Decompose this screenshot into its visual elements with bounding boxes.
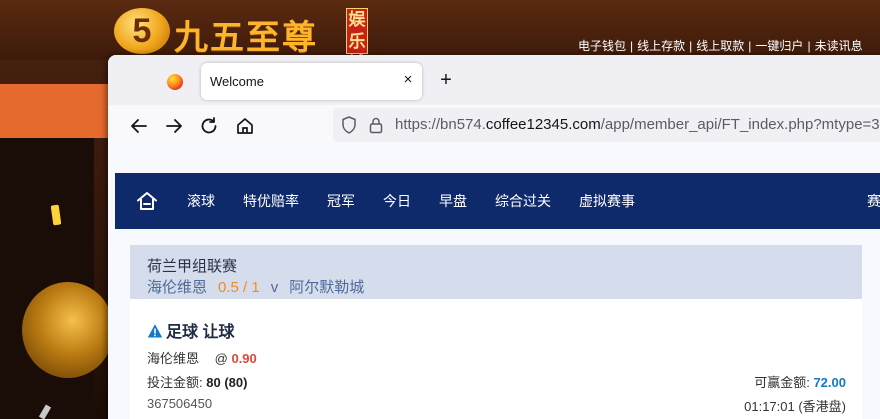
link-deposit[interactable]: 线上存款 xyxy=(637,37,685,54)
stake-row: 投注金额: 80 (80) xyxy=(147,372,247,391)
versus-label: v xyxy=(270,279,279,296)
new-tab-button[interactable]: + xyxy=(435,69,457,91)
logo-number: 5 xyxy=(132,11,152,50)
site-logo-badge: 娱乐城 xyxy=(346,8,368,73)
browser-window: Welcome × + https://bn574.coffee12345.co… xyxy=(108,55,880,419)
close-tab-icon[interactable]: × xyxy=(399,71,417,89)
at-symbol: @ xyxy=(214,351,228,366)
link-separator: | xyxy=(630,39,634,53)
background-dark-strip xyxy=(0,138,94,419)
win-value: 72.00 xyxy=(813,375,846,390)
bet-type-label: 足球 让球 xyxy=(166,324,235,341)
nav-item-today[interactable]: 今日 xyxy=(383,191,411,211)
url-bar[interactable]: https://bn574.coffee12345.com/app/member… xyxy=(333,108,880,142)
bet-receipt-card: 荷兰甲组联赛 海伦维恩 0.5 / 1 v 阿尔默勒城 足球 让球 海伦维恩 @ 0.… xyxy=(130,245,862,419)
stake-label: 投注金额: xyxy=(147,375,203,390)
web-page: 滚球 特优赔率 冠军 今日 早盘 综合过关 虚拟赛事 赛 荷兰甲组联赛 海伦维恩… xyxy=(108,147,880,419)
handicap-value: 0.5 / 1 xyxy=(218,279,260,296)
gold-coin-decoration xyxy=(22,282,114,378)
site-logo-icon: 5 xyxy=(114,8,170,54)
back-arrow-icon[interactable] xyxy=(127,114,151,138)
win-label: 可赢金额: xyxy=(754,375,810,390)
link-withdraw[interactable]: 线上取款 xyxy=(696,37,744,54)
reload-icon[interactable] xyxy=(197,114,221,138)
nav-item-parlay[interactable]: 综合过关 xyxy=(495,191,551,211)
warning-icon xyxy=(147,323,163,339)
ticket-id: 367506450 xyxy=(147,396,213,411)
bet-type: 足球 让球 xyxy=(147,318,234,342)
forward-arrow-icon[interactable] xyxy=(162,114,186,138)
nav-item-virtual[interactable]: 虚拟赛事 xyxy=(579,191,635,211)
background-orange-panel xyxy=(0,84,108,138)
tab-welcome[interactable]: Welcome × xyxy=(201,63,422,100)
home-icon[interactable] xyxy=(135,189,159,213)
firefox-icon[interactable] xyxy=(167,74,183,90)
league-name: 荷兰甲组联赛 xyxy=(147,258,238,275)
url-domain: coffee12345.com xyxy=(485,116,601,133)
link-separator: | xyxy=(807,39,811,53)
lock-icon[interactable] xyxy=(369,116,383,134)
home-team: 海伦维恩 xyxy=(147,279,208,296)
home-icon[interactable] xyxy=(233,114,257,138)
match-header: 荷兰甲组联赛 海伦维恩 0.5 / 1 v 阿尔默勒城 xyxy=(130,245,862,299)
stake-value: 80 (80) xyxy=(206,375,248,390)
nav-item-more[interactable]: 赛 xyxy=(867,191,880,211)
nav-item-best-odds[interactable]: 特优赔率 xyxy=(243,191,299,211)
url-prefix: https://bn574. xyxy=(395,116,486,133)
link-separator: | xyxy=(748,39,752,53)
link-merge-account[interactable]: 一键归户 xyxy=(755,37,803,54)
top-links: 电子钱包 | 线上存款 | 线上取款 | 一键归户 | 未读讯息 xyxy=(578,37,863,54)
nav-item-early[interactable]: 早盘 xyxy=(439,191,467,211)
odds-value: 0.90 xyxy=(231,351,257,366)
bet-time: 01:17:01 (香港盘) xyxy=(744,399,846,414)
site-logo-text: 九五至尊 xyxy=(174,18,318,58)
site-nav: 滚球 特优赔率 冠军 今日 早盘 综合过关 虚拟赛事 赛 xyxy=(115,173,880,229)
url-text[interactable]: https://bn574.coffee12345.com/app/member… xyxy=(395,116,880,133)
link-wallet[interactable]: 电子钱包 xyxy=(578,37,626,54)
selection-row: 海伦维恩 @ 0.90 xyxy=(147,348,257,367)
teams-row: 海伦维恩 0.5 / 1 v 阿尔默勒城 xyxy=(147,276,375,297)
selection-team: 海伦维恩 xyxy=(147,351,200,366)
tab-strip: Welcome × + xyxy=(108,55,880,105)
link-unread-messages[interactable]: 未读讯息 xyxy=(815,37,863,54)
nav-item-outright[interactable]: 冠军 xyxy=(327,191,355,211)
url-path: /app/member_api/FT_index.php?mtype=3 xyxy=(600,116,880,133)
tab-title: Welcome xyxy=(210,74,264,89)
link-separator: | xyxy=(689,39,693,53)
potential-win-row: 可赢金额: 72.00 xyxy=(754,372,846,391)
away-team: 阿尔默勒城 xyxy=(289,279,365,296)
navigation-toolbar: https://bn574.coffee12345.com/app/member… xyxy=(108,105,880,147)
shield-icon[interactable] xyxy=(341,116,357,134)
nav-item-live[interactable]: 滚球 xyxy=(187,191,215,211)
